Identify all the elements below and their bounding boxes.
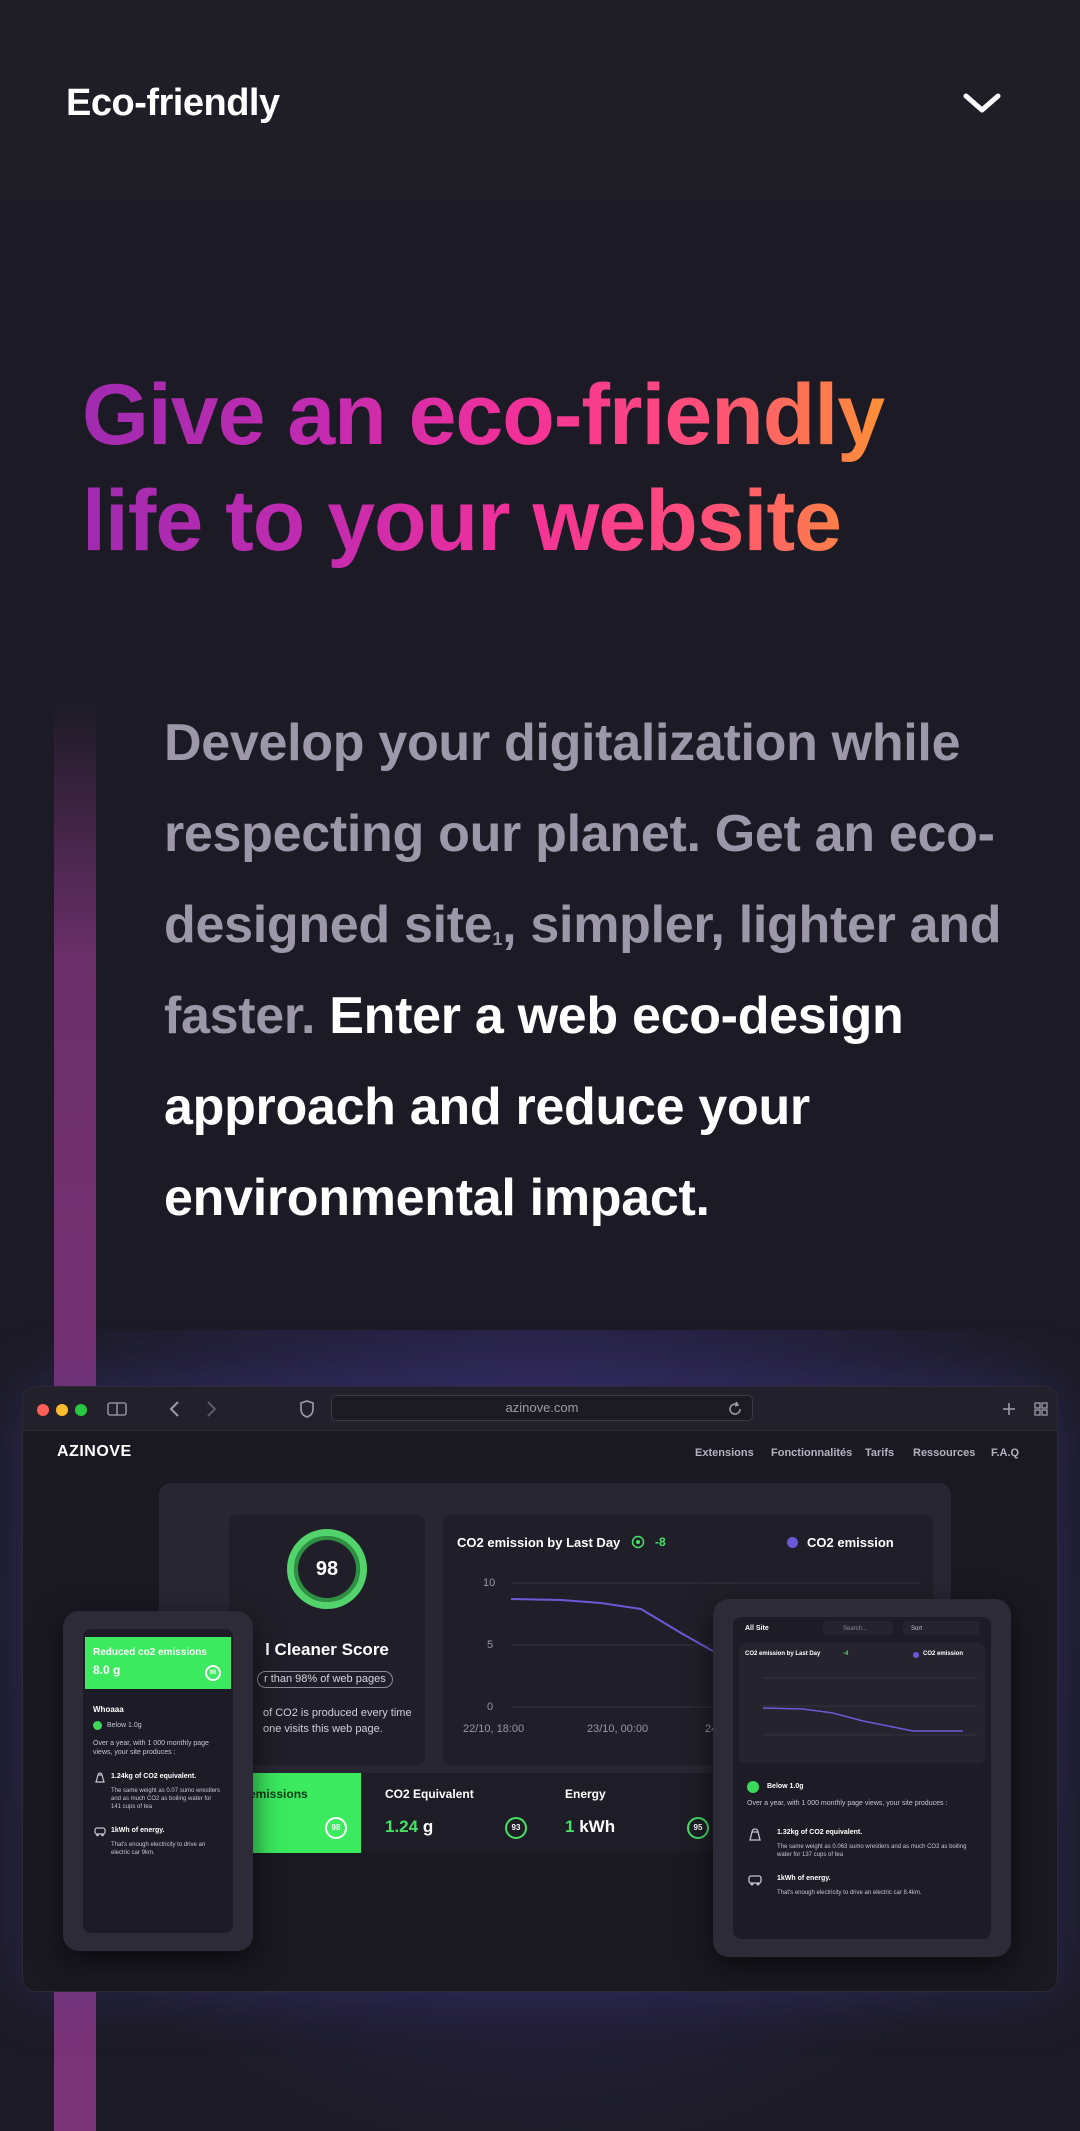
score-card: 98 l Cleaner Score r than 98% of web pag… [229,1515,425,1765]
phone-item1-desc: The same weight as 0.07 sumo wrestlers a… [111,1788,221,1810]
phone-banner-title: Reduced co2 emissions [93,1647,207,1658]
brand-title[interactable]: Eco-friendly [66,82,280,125]
metric-badge-energy: 95 [687,1817,709,1839]
phone-banner-badge: 98 [205,1665,221,1681]
metric-value-energy: 1 kWh [565,1817,616,1836]
tablet-screen: All Site Search... Sort CO2 emission by … [733,1617,991,1939]
y-tick: 10 [483,1577,496,1589]
metric-badge-co2: 93 [505,1817,527,1839]
site-nav-pricing: Tarifs [865,1447,895,1459]
car-icon [94,1827,106,1837]
tablet-check-text: Below 1.0g [767,1783,804,1790]
tablet-car-icon [748,1875,762,1886]
chart-title: CO2 emission by Last Day [457,1535,621,1550]
chevron-down-icon[interactable] [960,88,1004,118]
site-nav-resources: Ressources [913,1447,976,1459]
minimize-dot-icon [56,1404,68,1416]
site-nav-extensions: Extensions [695,1447,754,1459]
tablet-item2-desc: That's enough electricity to drive an el… [777,1890,922,1896]
footnote-marker[interactable]: 1 [492,929,502,949]
chart-legend: CO2 emission [807,1535,894,1550]
site-nav-faq: F.A.Q [991,1447,1020,1459]
hero-headline: Give an eco-friendly life to your websit… [82,362,1042,574]
tab-grid-icon [1034,1402,1048,1416]
y-tick: 0 [487,1701,494,1713]
phone-banner-value: 8.0 g [93,1663,121,1677]
phone-check-text: Below 1.0g [107,1722,142,1729]
top-bar: Eco-friendly [0,0,1080,200]
new-tab-plus-icon [1003,1403,1015,1415]
phone-device: Reduced co2 emissions 8.0 g 98 Whoaaa Be… [63,1611,253,1951]
trend-circle-icon [631,1535,645,1549]
tablet-item2-title: 1kWh of energy. [777,1875,831,1882]
intro-paragraph: Develop your digitalization while respec… [164,698,1014,1244]
sidebar-book-icon [107,1402,127,1416]
score-desc-2: one visits this web page. [263,1723,383,1735]
browser-mockup: azinove.com AZINOVE Extensions Fonctionn… [22,1386,1058,1992]
tablet-search-placeholder: Search... [843,1626,868,1632]
browser-chrome: azinove.com [23,1387,1057,1431]
tablet-chart-title: CO2 emission by Last Day [745,1651,821,1657]
score-badge: r than 98% of web pages [257,1671,393,1688]
reload-icon [729,1401,741,1415]
x-tick: 22/10, 18:00 [463,1723,525,1735]
phone-item2-title: 1kWh of energy. [111,1827,165,1834]
tablet-tab: All Site [745,1625,769,1632]
tablet-legend-dot [913,1652,919,1658]
tablet-weight-icon [749,1828,761,1841]
site-logo: AZINOVE [57,1443,132,1460]
tablet-chart-delta: -4 [843,1651,849,1657]
metric-label-energy: Energy [565,1787,606,1801]
weight-icon [95,1772,105,1783]
forward-arrow-icon [207,1401,217,1417]
phone-heading: Whoaaa [93,1705,124,1714]
metric-value-co2: 1.24 g [385,1817,434,1836]
phone-paragraph: Over a year, with 1 000 monthly page vie… [93,1740,209,1756]
chart-delta: -8 [655,1535,666,1549]
tablet-legend: CO2 emission [923,1651,964,1657]
metric-label-co2: CO2 Equivalent [385,1787,474,1801]
tablet-chart-card: CO2 emission by Last Day -4 CO2 emission [739,1643,985,1763]
legend-dot [787,1537,798,1548]
phone-item1-title: 1.24kg of CO2 equivalent. [111,1773,197,1780]
shield-icon [300,1400,314,1418]
tablet-emission-line [763,1707,963,1732]
tablet-chart-plot [763,1677,977,1736]
back-arrow-icon [169,1401,179,1417]
metric-label-emissions: emissions [249,1787,308,1801]
tablet-device: All Site Search... Sort CO2 emission by … [713,1599,1011,1957]
close-dot-icon [37,1404,49,1416]
maximize-dot-icon [75,1404,87,1416]
tablet-item1-title: 1.32kg of CO2 equivalent. [777,1829,863,1836]
phone-check-icon [93,1721,102,1730]
hero-line-2: life to your website [82,473,841,569]
url-bar: azinove.com [331,1395,753,1421]
site-nav-features: Fonctionnalités [771,1447,853,1459]
score-desc-1: of CO2 is produced every time [263,1707,412,1719]
y-tick: 5 [487,1639,494,1651]
phone-item2-desc: That's enough electricity to drive an el… [111,1842,206,1856]
hero-line-1: Give an eco-friendly [82,367,885,463]
score-title: l Cleaner Score [265,1640,389,1659]
phone-screen: Reduced co2 emissions 8.0 g 98 Whoaaa Be… [83,1629,233,1933]
score-value: 98 [315,1558,339,1580]
tablet-paragraph: Over a year, with 1 000 monthly page vie… [747,1800,948,1807]
tablet-sort-label: Sort [911,1626,923,1632]
x-tick: 23/10, 00:00 [587,1723,649,1735]
metric-badge-emissions: 98 [325,1817,347,1839]
tablet-item1-desc: The same weight as 0.063 sumo wrestlers … [777,1844,967,1858]
tablet-check-icon [747,1781,759,1793]
